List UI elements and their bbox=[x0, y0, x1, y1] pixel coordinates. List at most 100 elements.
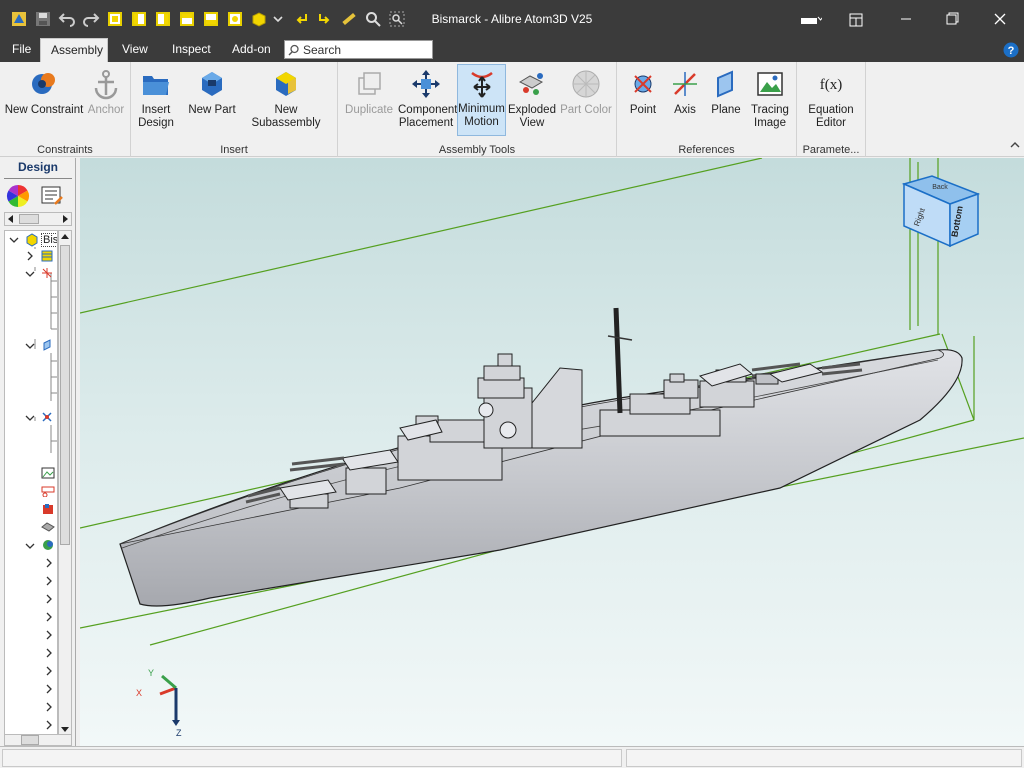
window-layout-icon[interactable] bbox=[848, 12, 864, 28]
search-placeholder: Search bbox=[303, 43, 342, 57]
insert-design-label: Insert Design bbox=[138, 104, 174, 129]
equation-editor-button[interactable]: f(x) Equation Editor bbox=[803, 66, 859, 130]
point-button[interactable]: Point bbox=[623, 66, 663, 117]
search-input[interactable]: Search bbox=[284, 40, 433, 59]
chevron-down-icon[interactable] bbox=[25, 413, 35, 423]
reference-planes-icon bbox=[43, 339, 51, 351]
scroll-thumb[interactable] bbox=[60, 245, 70, 545]
rotate-right-icon[interactable] bbox=[316, 10, 334, 28]
redo-icon[interactable] bbox=[82, 10, 100, 28]
zoom-icon[interactable] bbox=[364, 10, 382, 28]
scroll-left-icon[interactable] bbox=[7, 215, 15, 223]
tracing-image-icon bbox=[757, 72, 783, 96]
rotate-left-icon[interactable] bbox=[292, 10, 310, 28]
constraints-icon bbox=[41, 486, 55, 497]
point-label: Point bbox=[629, 104, 657, 116]
model-viewport[interactable]: Back Right Bottom X Y Z bbox=[80, 158, 1024, 746]
minimum-motion-button[interactable]: Minimum Motion bbox=[457, 64, 506, 136]
ribbon-group-parameters: f(x) Equation Editor Paramete... bbox=[797, 62, 866, 157]
equation-editor-label: Equation Editor bbox=[808, 104, 854, 129]
tab-add-on[interactable]: Add-on bbox=[222, 38, 281, 62]
view-back-icon[interactable] bbox=[130, 10, 148, 28]
folder-open-icon bbox=[143, 76, 169, 95]
ribbon-group-insert: Insert Design New Part New Subassembly I… bbox=[131, 62, 338, 157]
scroll-thumb[interactable] bbox=[19, 214, 39, 224]
scroll-up-icon[interactable] bbox=[61, 233, 69, 241]
tab-inspect[interactable]: Inspect bbox=[162, 38, 221, 62]
ribbon-group-label-references: References bbox=[678, 144, 735, 156]
view-left-icon[interactable] bbox=[154, 10, 172, 28]
plane-button[interactable]: Plane bbox=[707, 66, 745, 117]
app-logo-icon[interactable] bbox=[10, 10, 28, 28]
design-explorer-title: Design Explorer bbox=[14, 160, 63, 176]
new-subassembly-label: New Subassembly bbox=[251, 104, 321, 129]
part-color-button[interactable]: Part Color bbox=[560, 66, 612, 117]
save-icon[interactable] bbox=[34, 10, 52, 28]
view-cube-back-face[interactable]: Back bbox=[932, 184, 948, 191]
chevron-down-icon[interactable] bbox=[25, 541, 35, 551]
tab-file[interactable]: File bbox=[2, 38, 41, 62]
duplicate-label: Duplicate bbox=[345, 104, 393, 116]
component-placement-button[interactable]: Component Placement bbox=[398, 66, 457, 130]
chevron-down-icon[interactable] bbox=[25, 341, 35, 351]
undo-icon[interactable] bbox=[58, 10, 76, 28]
ribbon-group-label-insert: Insert bbox=[220, 144, 248, 156]
scroll-thumb[interactable] bbox=[21, 735, 39, 745]
close-button[interactable] bbox=[980, 6, 1020, 32]
tab-assembly[interactable]: Assembly bbox=[40, 38, 108, 62]
view-cube[interactable]: Back Right Bottom bbox=[901, 175, 981, 248]
move-arrows-icon bbox=[412, 70, 440, 98]
ribbon-group-assembly-tools: Duplicate Component Placement Minimum Mo… bbox=[338, 62, 617, 157]
exploded-view-button[interactable]: Exploded View bbox=[508, 66, 556, 130]
view-right-icon[interactable] bbox=[178, 10, 196, 28]
triad-x-label: X bbox=[136, 688, 142, 698]
tree-expanders[interactable] bbox=[43, 557, 55, 736]
display-mode-icon[interactable] bbox=[800, 13, 822, 27]
color-wheel-icon[interactable] bbox=[6, 184, 30, 208]
ribbon-group-label-parameters: Paramete... bbox=[802, 144, 860, 156]
insert-design-button[interactable]: Insert Design bbox=[135, 66, 177, 130]
tree-horizontal-scrollbar[interactable] bbox=[4, 734, 72, 746]
chevron-down-icon[interactable] bbox=[9, 235, 19, 245]
tracing-image-button[interactable]: Tracing Image bbox=[747, 66, 793, 130]
chevron-down-icon[interactable] bbox=[25, 269, 35, 279]
axis-button[interactable]: Axis bbox=[665, 66, 705, 117]
design-explorer: Design Explorer Bis bbox=[0, 158, 76, 746]
new-constraint-icon bbox=[32, 73, 55, 94]
new-subassembly-button[interactable]: New Subassembly bbox=[239, 66, 333, 130]
part-group-icon bbox=[43, 540, 53, 550]
parts-icon bbox=[43, 504, 53, 514]
restore-button[interactable] bbox=[932, 6, 972, 32]
minimize-button[interactable] bbox=[886, 6, 926, 32]
funnel bbox=[523, 367, 583, 449]
tab-view[interactable]: View bbox=[112, 38, 158, 62]
axis-icon bbox=[673, 72, 697, 96]
chevron-right-icon[interactable] bbox=[25, 251, 35, 261]
view-bottom-icon[interactable] bbox=[226, 10, 244, 28]
explorer-top-scrollbar[interactable] bbox=[4, 212, 72, 226]
chevron-down-icon[interactable] bbox=[272, 10, 284, 28]
minimum-motion-icon bbox=[470, 71, 493, 98]
new-part-button[interactable]: New Part bbox=[187, 66, 237, 117]
tree-vertical-scrollbar[interactable] bbox=[58, 230, 72, 736]
duplicate-icon bbox=[358, 72, 381, 95]
scroll-right-icon[interactable] bbox=[61, 215, 69, 223]
ship-hull bbox=[119, 349, 963, 607]
measure-icon[interactable] bbox=[340, 10, 358, 28]
anchor-button[interactable]: Anchor bbox=[86, 66, 126, 117]
view-top-icon[interactable] bbox=[202, 10, 220, 28]
view-front-icon[interactable] bbox=[106, 10, 124, 28]
scroll-down-icon[interactable] bbox=[61, 725, 69, 733]
help-icon[interactable]: ? bbox=[1003, 42, 1019, 58]
new-constraint-button[interactable]: New Constraint bbox=[4, 66, 84, 117]
collapse-ribbon-icon[interactable] bbox=[1009, 140, 1021, 150]
subassembly-icon bbox=[41, 522, 55, 532]
duplicate-button[interactable]: Duplicate bbox=[344, 66, 394, 117]
tree-root-label[interactable]: Bis bbox=[41, 233, 57, 247]
reference-axes-icon bbox=[42, 412, 52, 422]
reference-points-icon bbox=[42, 268, 52, 278]
zoom-window-icon[interactable] bbox=[388, 10, 406, 28]
view-isometric-icon[interactable] bbox=[250, 10, 268, 28]
new-part-label: New Part bbox=[188, 104, 236, 116]
properties-icon[interactable] bbox=[40, 184, 64, 208]
